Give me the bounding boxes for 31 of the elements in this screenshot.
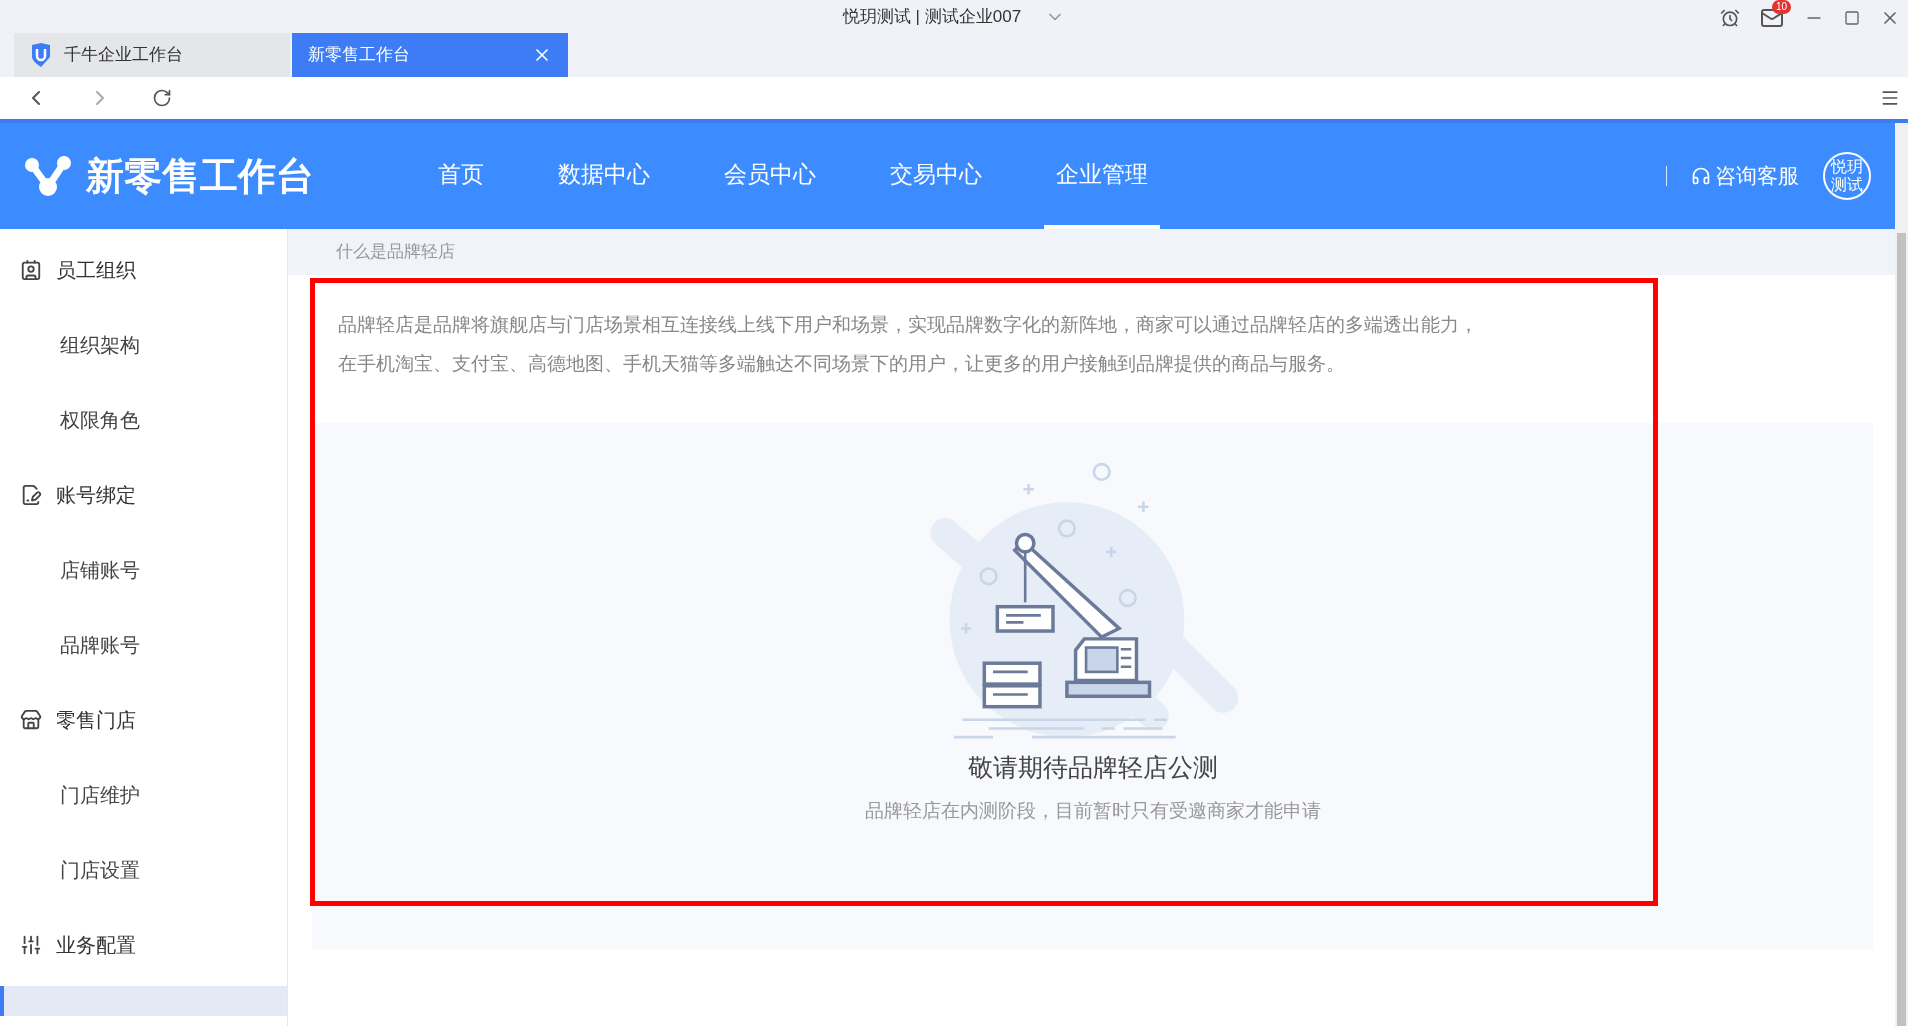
sidebar-group-title[interactable]: 账号绑定 [0, 457, 287, 532]
group-icon [20, 708, 42, 731]
sidebar-item[interactable]: 品牌账号 [0, 607, 287, 682]
notification-badge: 10 [1772, 0, 1792, 14]
sidebar-group-title[interactable]: 员工组织 [0, 232, 287, 307]
reload-icon[interactable] [152, 88, 172, 108]
scrollbar[interactable] [1895, 123, 1908, 1026]
sidebar-item[interactable]: 权限角色 [0, 382, 287, 457]
alarm-clock-icon[interactable] [1720, 8, 1740, 28]
group-icon [20, 933, 42, 956]
group-icon [20, 258, 42, 281]
sidebar-group-title[interactable]: 零售门店 [0, 682, 287, 757]
description-text: 品牌轻店是品牌将旗舰店与门店场景相互连接线上线下用户和场景，实现品牌数字化的新阵地，商家可以通过品牌轻店的多端透出能力，在手机淘宝、支付宝、高德地图、手机天猫等多端触达不同场景下的用户，让更多的用户接触到品牌提供的商品与服务。 [338, 313, 1478, 376]
empty-state-title: 敬请期待品牌轻店公测 [967, 752, 1218, 783]
shield-logo-icon [30, 43, 52, 67]
menu-icon[interactable] [1880, 88, 1900, 108]
maximize-icon[interactable] [1844, 10, 1860, 26]
window-title: 悦玥测试 | 测试企业007 [842, 5, 1022, 28]
sidebar-item[interactable]: 组织架构 [0, 307, 287, 382]
sidebar-item[interactable]: 门店维护 [0, 757, 287, 832]
group-icon [20, 483, 42, 506]
logo-icon [24, 155, 74, 197]
app-logo-title: 新零售工作台 [86, 153, 315, 199]
sidebar-item[interactable]: 店铺账号 [0, 532, 287, 607]
empty-state-subtitle: 品牌轻店在内测阶段，目前暂时只有受邀商家才能申请 [864, 798, 1321, 823]
headset-icon[interactable] [1691, 166, 1711, 186]
browser-tab[interactable]: 新零售工作台 [292, 33, 568, 77]
sidebar-group-title[interactable]: 业务配置 [0, 907, 287, 982]
breadcrumb: 什么是品牌轻店 [336, 241, 455, 264]
sidebar-item[interactable]: 门店设置 [0, 832, 287, 907]
browser-tab[interactable]: 千牛企业工作台 [14, 33, 290, 77]
